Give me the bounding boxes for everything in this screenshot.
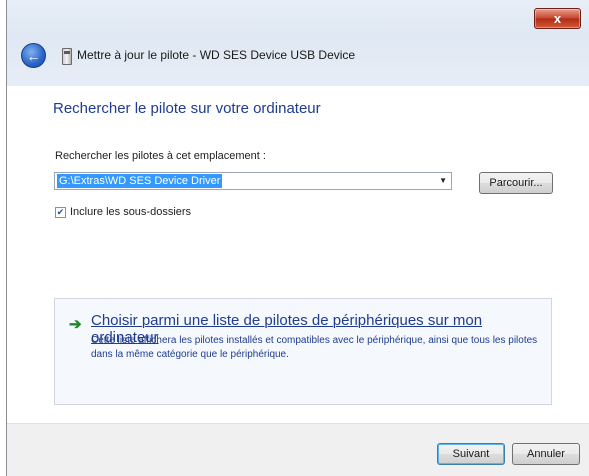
title-bar: x ← Mettre à jour le pilote - WD SES Dev… [7, 0, 589, 86]
choose-from-list-description: Cette liste affichera les pilotes instal… [91, 335, 538, 360]
driver-update-wizard-window: x ← Mettre à jour le pilote - WD SES Dev… [6, 0, 589, 476]
wizard-footer: Suivant Annuler [7, 423, 589, 476]
next-button-label: Suivant [452, 448, 490, 460]
cancel-button[interactable]: Annuler [512, 443, 580, 465]
back-arrow-icon: ← [26, 47, 41, 64]
back-button[interactable]: ← [21, 43, 46, 68]
window-title: Mettre à jour le pilote - WD SES Device … [77, 48, 356, 62]
location-label: Rechercher les pilotes à cet emplacement… [55, 150, 266, 162]
close-button[interactable]: x [534, 8, 581, 29]
close-icon: x [553, 11, 562, 26]
include-subfolders-label[interactable]: Inclure les sous-dossiers [70, 206, 191, 218]
wizard-content: Rechercher le pilote sur votre ordinateu… [7, 86, 589, 423]
include-subfolders-checkbox[interactable]: ✔ [55, 206, 66, 218]
dropdown-arrow-icon[interactable]: ▼ [439, 176, 447, 185]
page-heading: Rechercher le pilote sur votre ordinateu… [53, 100, 321, 117]
cancel-button-label: Annuler [527, 448, 565, 460]
checkmark-icon: ✔ [56, 206, 65, 217]
browse-button[interactable]: Parcourir... [479, 172, 553, 194]
choose-from-list-option[interactable]: ➔ Choisir parmi une liste de pilotes de … [54, 298, 552, 405]
next-button[interactable]: Suivant [437, 443, 505, 465]
green-arrow-icon: ➔ [69, 316, 82, 333]
usb-device-icon [62, 48, 72, 65]
driver-path-value[interactable]: G:\Extras\WD SES Device Driver [57, 174, 223, 188]
driver-path-combobox[interactable]: G:\Extras\WD SES Device Driver ▼ [54, 172, 452, 190]
include-subfolders-row[interactable]: ✔ Inclure les sous-dossiers [55, 206, 191, 218]
browse-button-label: Parcourir... [489, 177, 543, 189]
